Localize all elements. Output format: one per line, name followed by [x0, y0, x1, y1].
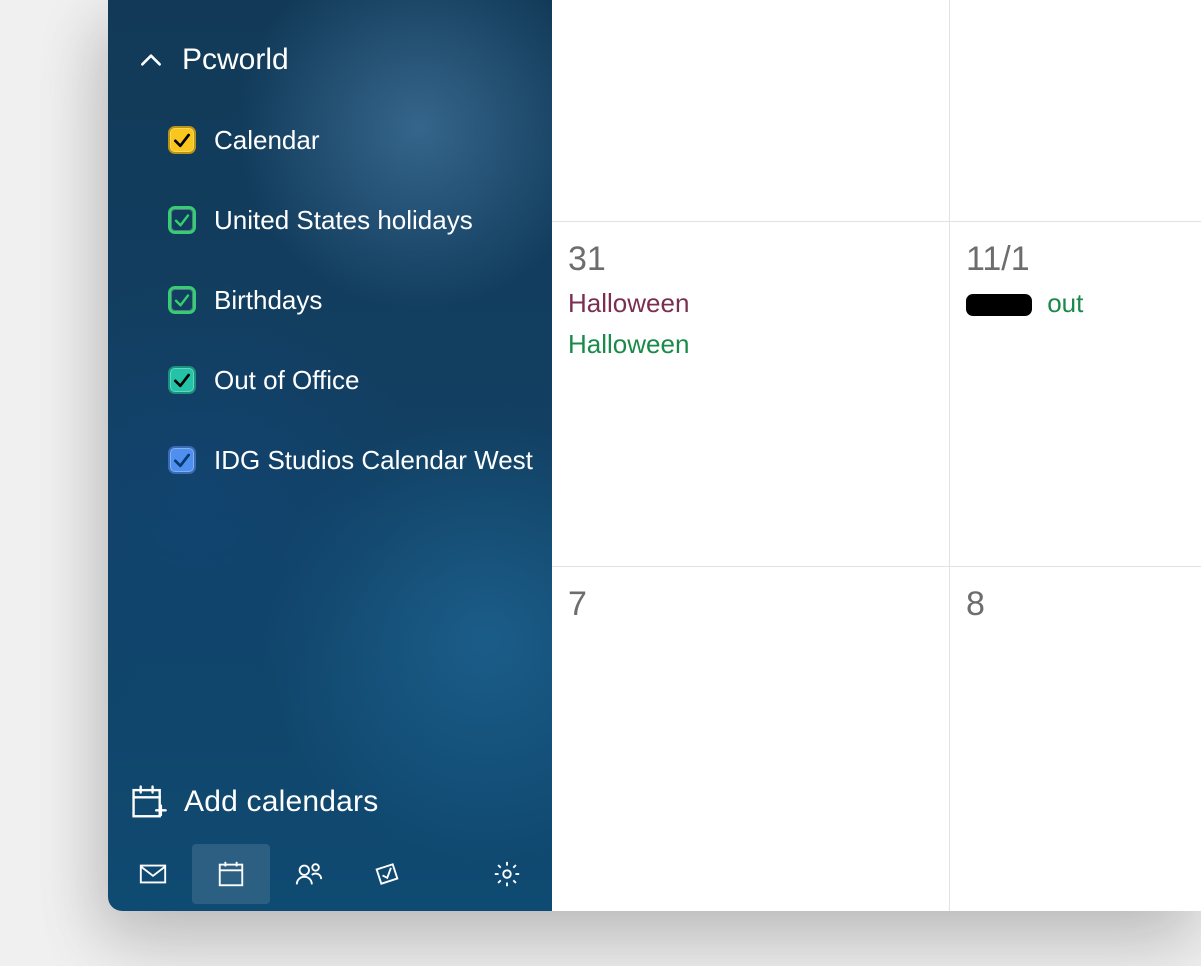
calendar-label: Birthdays [214, 285, 322, 316]
day-cell[interactable] [950, 0, 1201, 221]
calendar-app-window: Pcworld Calendar United States holidays Bi… [108, 0, 1201, 911]
add-calendars-label: Add calendars [184, 785, 378, 819]
nav-mail[interactable] [114, 844, 192, 904]
calendar-toggle-birthdays[interactable]: Birthdays [168, 260, 552, 340]
calendar-row: 7 8 [552, 566, 1201, 911]
checkbox-icon [168, 286, 196, 314]
nav-people[interactable] [270, 844, 348, 904]
add-calendars-button[interactable]: Add calendars [108, 767, 552, 837]
day-cell[interactable]: 11/1 out [950, 222, 1201, 566]
calendar-icon [216, 859, 246, 889]
calendar-label: IDG Studios Calendar West [214, 445, 533, 476]
calendar-list: Calendar United States holidays Birthdays O… [108, 90, 552, 500]
bottom-nav [108, 837, 552, 911]
redacted-text [966, 294, 1032, 316]
day-number: 31 [568, 240, 606, 279]
calendar-event[interactable]: Halloween [568, 288, 949, 319]
calendar-toggle-out-of-office[interactable]: Out of Office [168, 340, 552, 420]
checkbox-icon [168, 446, 196, 474]
calendar-label: United States holidays [214, 205, 473, 236]
day-cell[interactable]: 7 [552, 567, 950, 911]
calendar-grid: 31 Halloween Halloween 11/1 out 7 8 [552, 0, 1201, 911]
checkbox-icon [168, 206, 196, 234]
account-name: Pcworld [182, 43, 289, 77]
calendar-toggle-idg-studios[interactable]: IDG Studios Calendar West [168, 420, 552, 500]
add-calendar-icon [130, 783, 168, 821]
day-cell[interactable] [552, 0, 950, 221]
calendar-row [552, 0, 1201, 221]
checkbox-icon [168, 126, 196, 154]
calendar-toggle-us-holidays[interactable]: United States holidays [168, 180, 552, 260]
chevron-up-icon [138, 47, 164, 73]
nav-todo[interactable] [348, 844, 426, 904]
nav-calendar[interactable] [192, 844, 270, 904]
gear-icon [492, 859, 522, 889]
calendar-label: Out of Office [214, 365, 359, 396]
sidebar: Pcworld Calendar United States holidays Bi… [108, 0, 552, 911]
people-icon [294, 859, 324, 889]
calendar-event[interactable]: out [966, 288, 1201, 319]
day-number: 8 [966, 585, 985, 624]
day-number: 7 [568, 585, 587, 624]
mail-icon [138, 859, 168, 889]
calendar-label: Calendar [214, 125, 320, 156]
todo-icon [372, 859, 402, 889]
checkbox-icon [168, 366, 196, 394]
calendar-toggle-calendar[interactable]: Calendar [168, 100, 552, 180]
day-number: 11/1 [966, 240, 1030, 279]
account-header[interactable]: Pcworld [108, 0, 552, 90]
calendar-row: 31 Halloween Halloween 11/1 out [552, 221, 1201, 566]
day-cell[interactable]: 8 [950, 567, 1201, 911]
day-cell[interactable]: 31 Halloween Halloween [552, 222, 950, 566]
nav-settings[interactable] [468, 844, 546, 904]
calendar-event[interactable]: Halloween [568, 329, 949, 360]
